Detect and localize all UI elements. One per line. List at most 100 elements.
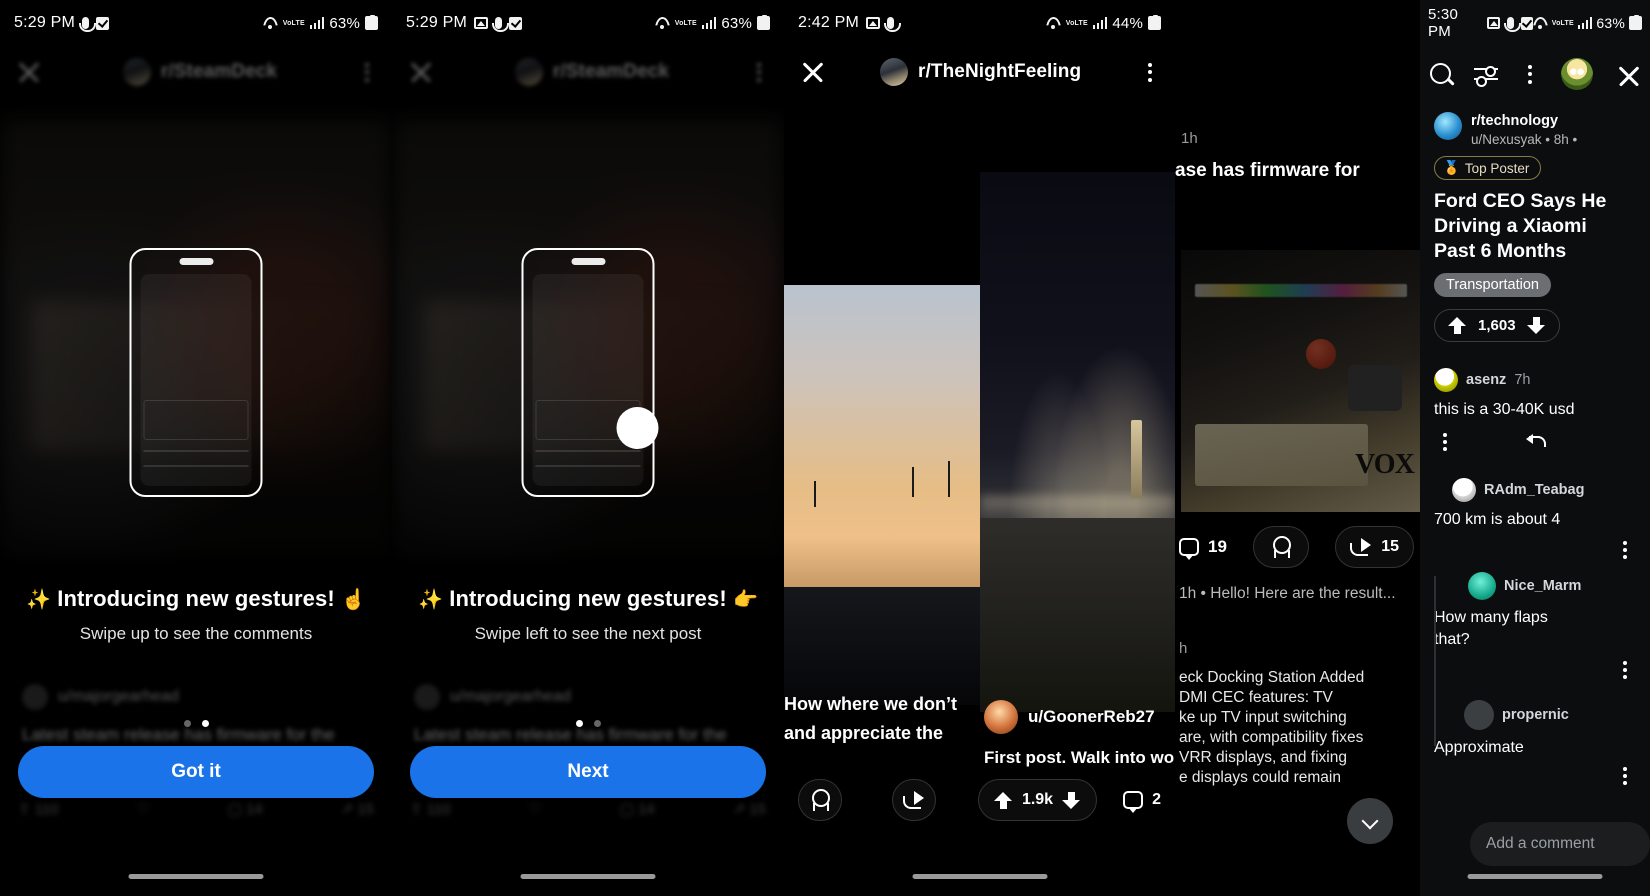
post-action-bar: 1.9k 2 — [784, 770, 1175, 830]
comment-header: asenz 7h — [1434, 368, 1636, 392]
kebab-icon[interactable] — [1614, 661, 1636, 680]
background-post-author: u/majorgearhead — [450, 688, 571, 705]
close-icon[interactable] — [14, 57, 44, 87]
comment-author[interactable]: propernic — [1502, 707, 1569, 723]
close-icon[interactable] — [798, 57, 828, 87]
app-bar: r/SteamDeck — [0, 46, 392, 98]
reply-icon[interactable] — [1526, 434, 1546, 450]
avatar[interactable] — [1464, 700, 1494, 730]
wifi-icon — [1533, 17, 1548, 29]
post-photo-night[interactable] — [980, 172, 1175, 712]
kebab-icon[interactable] — [1434, 433, 1456, 452]
background-action-bar: ⇧ 110 ♡ ▢ 14 ↗ 15 — [410, 801, 766, 818]
add-comment-input[interactable]: Add a comment — [1470, 822, 1650, 866]
status-bar: 5:30 PM VoLTE 63% — [1420, 0, 1650, 46]
comment-item[interactable]: RAdm_Teabag 700 km is about 4 — [1420, 478, 1650, 560]
vote-bar[interactable]: 1,603 — [1434, 309, 1560, 342]
downvote-icon[interactable] — [1062, 791, 1081, 810]
screenshot-collage: 5:29 PM VoLTE 63% u/majorgearhead Latest… — [0, 0, 1650, 896]
search-icon[interactable] — [1430, 62, 1453, 86]
comment-author[interactable]: Nice_Marm — [1504, 578, 1581, 594]
post-body-line: VRR displays, and fixing — [1179, 749, 1347, 766]
kebab-icon[interactable] — [1614, 541, 1636, 560]
phone-notch — [179, 258, 213, 265]
award-button[interactable] — [798, 779, 842, 821]
sort-icon[interactable] — [1473, 64, 1498, 88]
battery-icon — [365, 15, 378, 30]
user-avatar[interactable] — [1561, 58, 1594, 90]
comment-count: 2 — [1152, 791, 1161, 808]
sparkles-emoji: ✨ — [418, 589, 444, 611]
gesture-phone-illustration — [129, 248, 263, 497]
gesture-phone-illustration — [521, 248, 659, 497]
comment-author[interactable]: RAdm_Teabag — [1484, 482, 1584, 498]
volte-icon: VoLTE — [1065, 19, 1088, 27]
comment-header: propernic — [1434, 700, 1636, 730]
close-icon[interactable] — [1614, 61, 1640, 87]
award-icon — [810, 789, 830, 811]
comment-item[interactable]: propernic Approximate — [1420, 700, 1650, 786]
comment-actions — [1434, 541, 1636, 560]
kebab-icon[interactable] — [1519, 59, 1541, 89]
kebab-icon[interactable] — [1614, 767, 1636, 786]
mic-icon — [79, 17, 96, 32]
kebab-icon[interactable] — [748, 57, 770, 87]
avatar — [22, 684, 48, 710]
feed-post-card[interactable]: r/technology u/Nexusyak • 8h • 🏅 Top Pos… — [1420, 112, 1650, 342]
avatar — [414, 684, 440, 710]
subreddit-name: r/SteamDeck — [160, 61, 278, 82]
vote-count: 1,603 — [1478, 317, 1516, 334]
post-title[interactable]: Ford CEO Says He Driving a Xiaomi Past 6… — [1434, 189, 1636, 264]
subreddit-avatar[interactable] — [1434, 112, 1462, 140]
coach-heading: ✨ Introducing new gestures! ☝️ — [0, 586, 392, 612]
kebab-icon[interactable] — [1139, 57, 1161, 87]
post-flair[interactable]: Transportation — [1434, 273, 1551, 297]
next-post-author-row: u/GoonerReb27 — [984, 700, 1155, 734]
comment-item[interactable]: asenz 7h this is a 30-40K usd — [1420, 368, 1650, 452]
panel-gesture-coach-1: 5:29 PM VoLTE 63% u/majorgearhead Latest… — [0, 0, 392, 896]
comment-author[interactable]: asenz — [1466, 372, 1506, 388]
point-right-emoji: 👉 — [732, 589, 758, 611]
next-button[interactable]: Next — [410, 746, 766, 798]
signal-bars-icon — [309, 17, 325, 29]
got-it-button[interactable]: Got it — [18, 746, 374, 798]
coach-subtext: Swipe left to see the next post — [474, 624, 702, 643]
scroll-to-bottom-button[interactable] — [1347, 798, 1393, 844]
upvote-icon[interactable] — [1448, 316, 1467, 335]
kebab-icon[interactable] — [356, 57, 378, 87]
avatar[interactable] — [1452, 478, 1476, 502]
status-badge: 🏅 Top Poster — [1434, 156, 1542, 180]
comment-body-line: that? — [1434, 631, 1470, 648]
mic-icon — [884, 17, 901, 32]
comment-button[interactable]: 19 — [1179, 537, 1227, 560]
downvote-icon[interactable] — [1526, 316, 1546, 335]
post-title: ase has firmware for — [1175, 160, 1360, 181]
share-button[interactable] — [891, 779, 936, 821]
next-post-caption: First post. Walk into wor — [984, 748, 1175, 767]
avatar[interactable] — [1434, 368, 1458, 392]
checkbox-icon — [96, 16, 109, 30]
award-icon — [1271, 536, 1292, 558]
close-icon[interactable] — [406, 57, 436, 87]
avatar[interactable] — [1468, 572, 1496, 600]
share-count: 15 — [1381, 538, 1399, 555]
award-button[interactable] — [1253, 526, 1310, 568]
signal-bars-icon — [701, 17, 717, 29]
subreddit-name[interactable]: r/technology — [1471, 113, 1558, 129]
comment-button[interactable]: 2 — [1109, 779, 1175, 821]
panel-post-thenightfeeling: 2:42 PM VoLTE 44% r/TheNightFeeling How … — [784, 0, 1175, 896]
screenshot-icon — [866, 17, 880, 29]
wifi-icon — [655, 17, 670, 29]
status-bar: 2:42 PM VoLTE 44% — [784, 0, 1175, 46]
comment-actions — [1434, 767, 1636, 786]
upvote-icon[interactable] — [993, 791, 1013, 810]
home-indicator — [128, 874, 264, 879]
share-button[interactable]: 15 — [1335, 526, 1414, 568]
comment-actions — [1434, 661, 1636, 680]
comment-actions — [1434, 433, 1636, 452]
vote-bar[interactable]: 1.9k — [977, 779, 1098, 821]
chevron-down-icon — [1361, 812, 1379, 830]
post-photo-sunset[interactable] — [784, 285, 980, 705]
comment-item[interactable]: Nice_Marm How many flaps that? — [1420, 572, 1650, 746]
coach-subtext: Swipe up to see the comments — [79, 624, 313, 643]
